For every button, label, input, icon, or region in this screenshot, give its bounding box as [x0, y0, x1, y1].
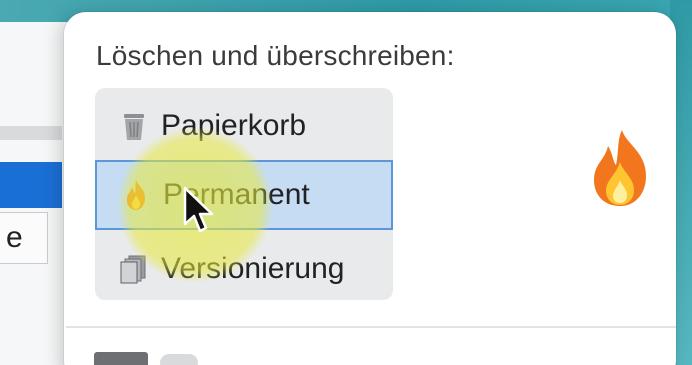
background-row — [0, 126, 62, 140]
separator — [66, 326, 676, 328]
background-selected-row[interactable] — [0, 162, 62, 208]
toggle-partial[interactable] — [160, 354, 198, 365]
flame-icon — [119, 178, 153, 212]
option-papierkorb[interactable]: Papierkorb — [95, 91, 393, 161]
envelope-icon — [94, 352, 148, 365]
documents-stack-icon — [117, 252, 151, 286]
option-permanent[interactable]: Permanent — [95, 160, 393, 230]
option-label: Versionierung — [161, 252, 345, 285]
flame-icon — [588, 128, 652, 208]
option-label: Papierkorb — [161, 109, 307, 142]
option-versionierung[interactable]: Versionierung — [95, 234, 393, 304]
trash-icon — [117, 109, 151, 143]
column-header-fragment: e — [6, 221, 23, 254]
screen: e Löschen und überschreiben: Papierkorb … — [0, 0, 692, 365]
option-label: Permanent — [163, 178, 310, 211]
popover-title: Löschen und überschreiben: — [96, 40, 455, 71]
background-column-header[interactable]: e — [0, 212, 48, 264]
